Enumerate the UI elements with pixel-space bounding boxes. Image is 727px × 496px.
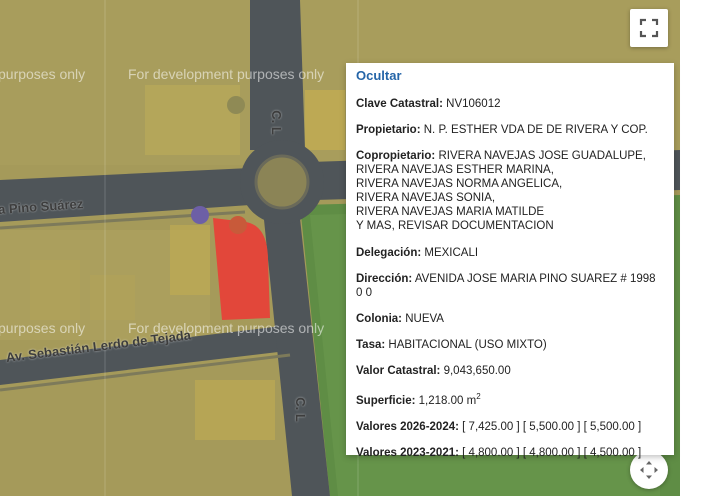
tasa-row: Tasa: HABITACIONAL (USO MIXTO): [356, 338, 664, 352]
valor-catastral-row: Valor Catastral: 9,043,650.00: [356, 364, 664, 378]
clave-row: Clave Catastral: NV106012: [356, 97, 664, 111]
copropietario-line: RIVERA NAVEJAS SONIA,: [356, 192, 496, 204]
valor-catastral-label: Valor Catastral:: [356, 365, 441, 377]
clave-label: Clave Catastral:: [356, 98, 443, 110]
superficie-unit-exponent: 2: [476, 392, 481, 401]
page-margin: [680, 0, 727, 496]
valores-2023-value: [ 4,800.00 ] [ 4,800.00 ] [ 4,500.00 ]: [462, 446, 642, 459]
watermark: purposes only: [0, 320, 86, 336]
copropietario-label: Copropietario:: [356, 150, 436, 162]
propietario-label: Propietario:: [356, 124, 421, 136]
delegacion-value: MEXICALI: [424, 247, 479, 259]
selected-parcel[interactable]: [213, 218, 270, 320]
copropietario-value: RIVERA NAVEJAS JOSE GUADALUPE,: [438, 150, 646, 162]
watermark: purposes only: [0, 66, 86, 82]
valor-catastral-value: 9,043,650.00: [443, 365, 511, 377]
direccion-label: Dirección:: [356, 273, 413, 285]
move-arrows-icon: [640, 461, 658, 479]
direccion-row: Dirección: AVENIDA JOSE MARIA PINO SUARE…: [356, 272, 664, 300]
street-label: C. L: [268, 110, 284, 135]
copropietario-row: Copropietario: RIVERA NAVEJAS JOSE GUADA…: [356, 149, 664, 233]
poi-icon[interactable]: [229, 216, 247, 234]
superficie-row: Superficie: 1,218.00 m2: [356, 390, 664, 408]
propietario-row: Propietario: N. P. ESTHER VDA DE DE RIVE…: [356, 123, 664, 137]
valores-2023-row: Valores 2023-2021: [ 4,800.00 ] [ 4,800.…: [356, 446, 664, 460]
hide-link[interactable]: Ocultar: [356, 68, 664, 83]
tasa-label: Tasa:: [356, 339, 386, 351]
delegacion-row: Delegación: MEXICALI: [356, 246, 664, 260]
tasa-value: HABITACIONAL (USO MIXTO): [388, 339, 547, 351]
poi-icon[interactable]: [227, 96, 245, 114]
fullscreen-button[interactable]: [630, 9, 668, 47]
colonia-value: NUEVA: [405, 313, 444, 325]
valores-2026-label: Valores 2026-2024:: [356, 420, 459, 433]
superficie-value: 1,218.00 m: [418, 394, 477, 407]
colonia-row: Colonia: NUEVA: [356, 312, 664, 326]
propietario-value: N. P. ESTHER VDA DE DE RIVERA Y COP.: [423, 124, 648, 136]
valores-2026-value: [ 7,425.00 ] [ 5,500.00 ] [ 5,500.00 ]: [462, 420, 642, 433]
poi-icon[interactable]: [191, 206, 209, 224]
copropietario-line: RIVERA NAVEJAS MARIA MATILDE: [356, 206, 545, 218]
copropietario-line: Y MAS, REVISAR DOCUMENTACION: [356, 220, 554, 232]
parcel-info-window: Ocultar Clave Catastral: NV106012 Propie…: [346, 63, 674, 459]
valores-2026-row: Valores 2026-2024: [ 7,425.00 ] [ 5,500.…: [356, 420, 664, 434]
copropietario-line: RIVERA NAVEJAS ESTHER MARINA,: [356, 164, 554, 176]
street-label: C. L: [292, 397, 308, 422]
valores-2023-label: Valores 2023-2021:: [356, 446, 459, 459]
copropietario-line: RIVERA NAVEJAS NORMA ANGELICA,: [356, 178, 563, 190]
superficie-label: Superficie:: [356, 394, 416, 407]
colonia-label: Colonia:: [356, 313, 402, 325]
watermark: For development purposes only: [128, 66, 325, 82]
fullscreen-icon: [639, 18, 659, 38]
clave-value: NV106012: [446, 98, 501, 110]
delegacion-label: Delegación:: [356, 247, 422, 259]
